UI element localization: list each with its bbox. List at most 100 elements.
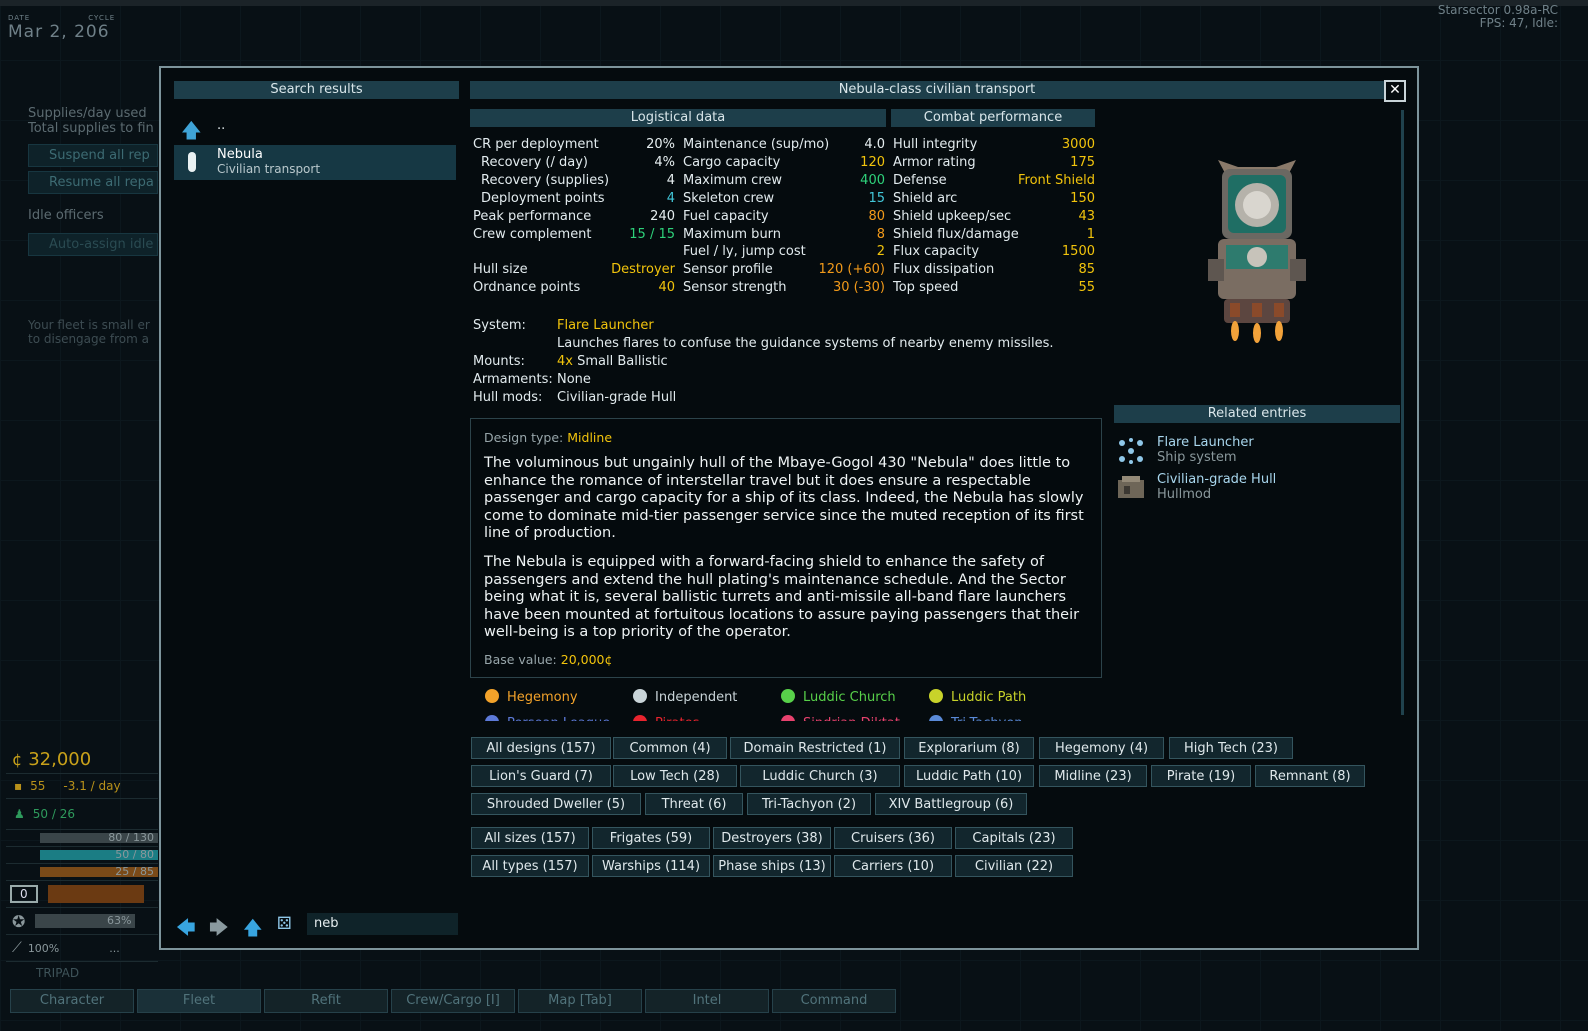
- auto-assign-button[interactable]: Auto-assign idle: [28, 233, 158, 256]
- faction-icon: [633, 689, 647, 703]
- stat-value: 400: [860, 172, 885, 188]
- resume-repairs-button[interactable]: Resume all repa: [28, 171, 158, 194]
- tab-fleet[interactable]: Fleet: [137, 989, 261, 1013]
- tab-crew-cargo[interactable]: Crew/Cargo [I]: [391, 989, 515, 1013]
- stat-value: 175: [1070, 154, 1095, 170]
- tab-refit[interactable]: Refit: [264, 989, 388, 1013]
- stat-label: Maintenance (sup/mo): [683, 137, 830, 152]
- stat-value: 3000: [1061, 137, 1095, 152]
- faction-name: Independent: [655, 690, 738, 705]
- related-name: Flare Launcher: [1157, 435, 1254, 450]
- forward-arrow-icon[interactable]: 🡆: [209, 914, 229, 946]
- faction-entry[interactable]: Luddic Path: [929, 689, 1026, 705]
- filter-button[interactable]: Threat (6): [645, 793, 743, 815]
- faction-entry[interactable]: Pirates: [633, 715, 699, 721]
- faction-icon: [633, 715, 647, 721]
- search-result-nebula[interactable]: Nebula Civilian transport: [174, 145, 456, 180]
- stat-label: Deployment points: [481, 190, 605, 206]
- up-arrow-icon[interactable]: 🡅: [181, 116, 203, 142]
- filter-button[interactable]: Hegemony (4): [1039, 737, 1164, 759]
- faction-name: Pirates: [655, 716, 699, 721]
- stat-value: 43: [1078, 208, 1095, 224]
- related-entry-civilian-hull[interactable]: Civilian-grade Hull Hullmod: [1157, 472, 1276, 502]
- faction-entry[interactable]: Independent: [633, 689, 737, 705]
- system-value[interactable]: Flare Launcher: [557, 318, 654, 333]
- filter-button[interactable]: Frigates (59): [592, 827, 710, 849]
- filter-button[interactable]: Civilian (22): [955, 855, 1073, 877]
- related-type: Hullmod: [1157, 487, 1212, 502]
- filter-button[interactable]: Tri-Tachyon (2): [747, 793, 871, 815]
- filter-button[interactable]: Capitals (23): [955, 827, 1073, 849]
- base-value: Base value: 20,000¢: [484, 652, 612, 667]
- filter-button[interactable]: Cruisers (36): [834, 827, 952, 849]
- stat-value: 240: [650, 208, 675, 224]
- search-input[interactable]: neb: [307, 913, 458, 935]
- faction-entry[interactable]: Luddic Church: [781, 689, 896, 705]
- filter-button[interactable]: Common (4): [613, 737, 727, 759]
- mounts-count: 4x: [557, 354, 573, 369]
- parent-entry[interactable]: ..: [217, 118, 225, 133]
- filter-button[interactable]: All types (157): [471, 855, 589, 877]
- filter-button[interactable]: Shrouded Dweller (5): [471, 793, 641, 815]
- supplies-icon: ▪: [14, 779, 23, 793]
- orange-bar: [47, 885, 144, 903]
- filter-button[interactable]: Phase ships (13): [713, 855, 831, 877]
- filter-button[interactable]: High Tech (23): [1169, 737, 1293, 759]
- tab-intel[interactable]: Intel: [645, 989, 769, 1013]
- fleet-note-line1: Your fleet is small er: [28, 318, 150, 332]
- filter-button[interactable]: All sizes (157): [471, 827, 589, 849]
- filter-button[interactable]: XIV Battlegroup (6): [875, 793, 1027, 815]
- total-supplies-label: Total supplies to fin: [28, 121, 154, 136]
- stat-label: Recovery (/ day): [481, 154, 588, 170]
- pct-value: 100%: [27, 941, 60, 955]
- stat-value: 8: [876, 226, 885, 242]
- mounts-label: Mounts:: [473, 354, 525, 369]
- filter-button[interactable]: Luddic Church (3): [740, 765, 900, 787]
- description-panel: Design type: Midline The voluminous but …: [470, 418, 1102, 678]
- fleet-left-panel: Supplies/day used Total supplies to fin …: [28, 100, 158, 346]
- tab-map[interactable]: Map [Tab]: [518, 989, 642, 1013]
- stat-value: 15: [868, 190, 885, 206]
- filter-button[interactable]: Pirate (19): [1151, 765, 1251, 787]
- filter-button[interactable]: Lion's Guard (7): [471, 765, 611, 787]
- filter-button[interactable]: Remnant (8): [1255, 765, 1365, 787]
- stat-value: 1500: [1061, 244, 1095, 260]
- stat-value: 2: [876, 244, 885, 260]
- filter-button[interactable]: All designs (157): [471, 737, 611, 759]
- related-entries-header: Related entries: [1114, 405, 1400, 423]
- stat-value: 4%: [654, 154, 675, 170]
- tab-command[interactable]: Command: [772, 989, 896, 1013]
- faction-entry[interactable]: Tri-Tachyon: [929, 715, 1023, 721]
- random-dice-icon[interactable]: ⚄: [277, 914, 292, 934]
- base-value-label: Base value:: [484, 652, 557, 667]
- faction-entry[interactable]: Persean League: [485, 715, 610, 721]
- stat-label: Hull integrity: [893, 137, 978, 152]
- related-name: Civilian-grade Hull: [1157, 472, 1277, 487]
- related-entry-flare-launcher[interactable]: Flare Launcher Ship system: [1157, 435, 1254, 465]
- search-results-header: Search results: [174, 81, 459, 99]
- scrollbar[interactable]: [1401, 110, 1404, 715]
- faction-name: Tri-Tachyon: [951, 716, 1023, 721]
- close-button[interactable]: ✕: [1384, 80, 1406, 102]
- filter-button[interactable]: Explorarium (8): [904, 737, 1034, 759]
- stat-value: 120: [860, 154, 885, 170]
- stat-label: Skeleton crew: [683, 190, 775, 206]
- faction-entry[interactable]: Sindrian Diktat: [781, 715, 900, 721]
- fps-display: Starsector 0.98a-RC FPS: 47, Idle:: [1438, 4, 1558, 30]
- tab-character[interactable]: Character: [10, 989, 134, 1013]
- filter-button[interactable]: Warships (114): [592, 855, 710, 877]
- date-value: Mar 2, 206: [8, 22, 110, 42]
- suspend-repairs-button[interactable]: Suspend all rep: [28, 144, 158, 167]
- home-up-arrow-icon[interactable]: 🡅: [243, 914, 263, 946]
- filter-button[interactable]: Domain Restricted (1): [730, 737, 900, 759]
- faction-entry[interactable]: Hegemony: [485, 689, 578, 705]
- filter-button[interactable]: Low Tech (28): [613, 765, 737, 787]
- stat-label: Maximum burn: [683, 226, 782, 242]
- filter-button[interactable]: Destroyers (38): [713, 827, 831, 849]
- back-arrow-icon[interactable]: 🡄: [176, 914, 196, 946]
- filter-button[interactable]: Carriers (10): [834, 855, 952, 877]
- faction-icon: [781, 689, 795, 703]
- filter-button[interactable]: Midline (23): [1039, 765, 1147, 787]
- top-task-bar: [0, 0, 1588, 6]
- filter-button[interactable]: Luddic Path (10): [904, 765, 1034, 787]
